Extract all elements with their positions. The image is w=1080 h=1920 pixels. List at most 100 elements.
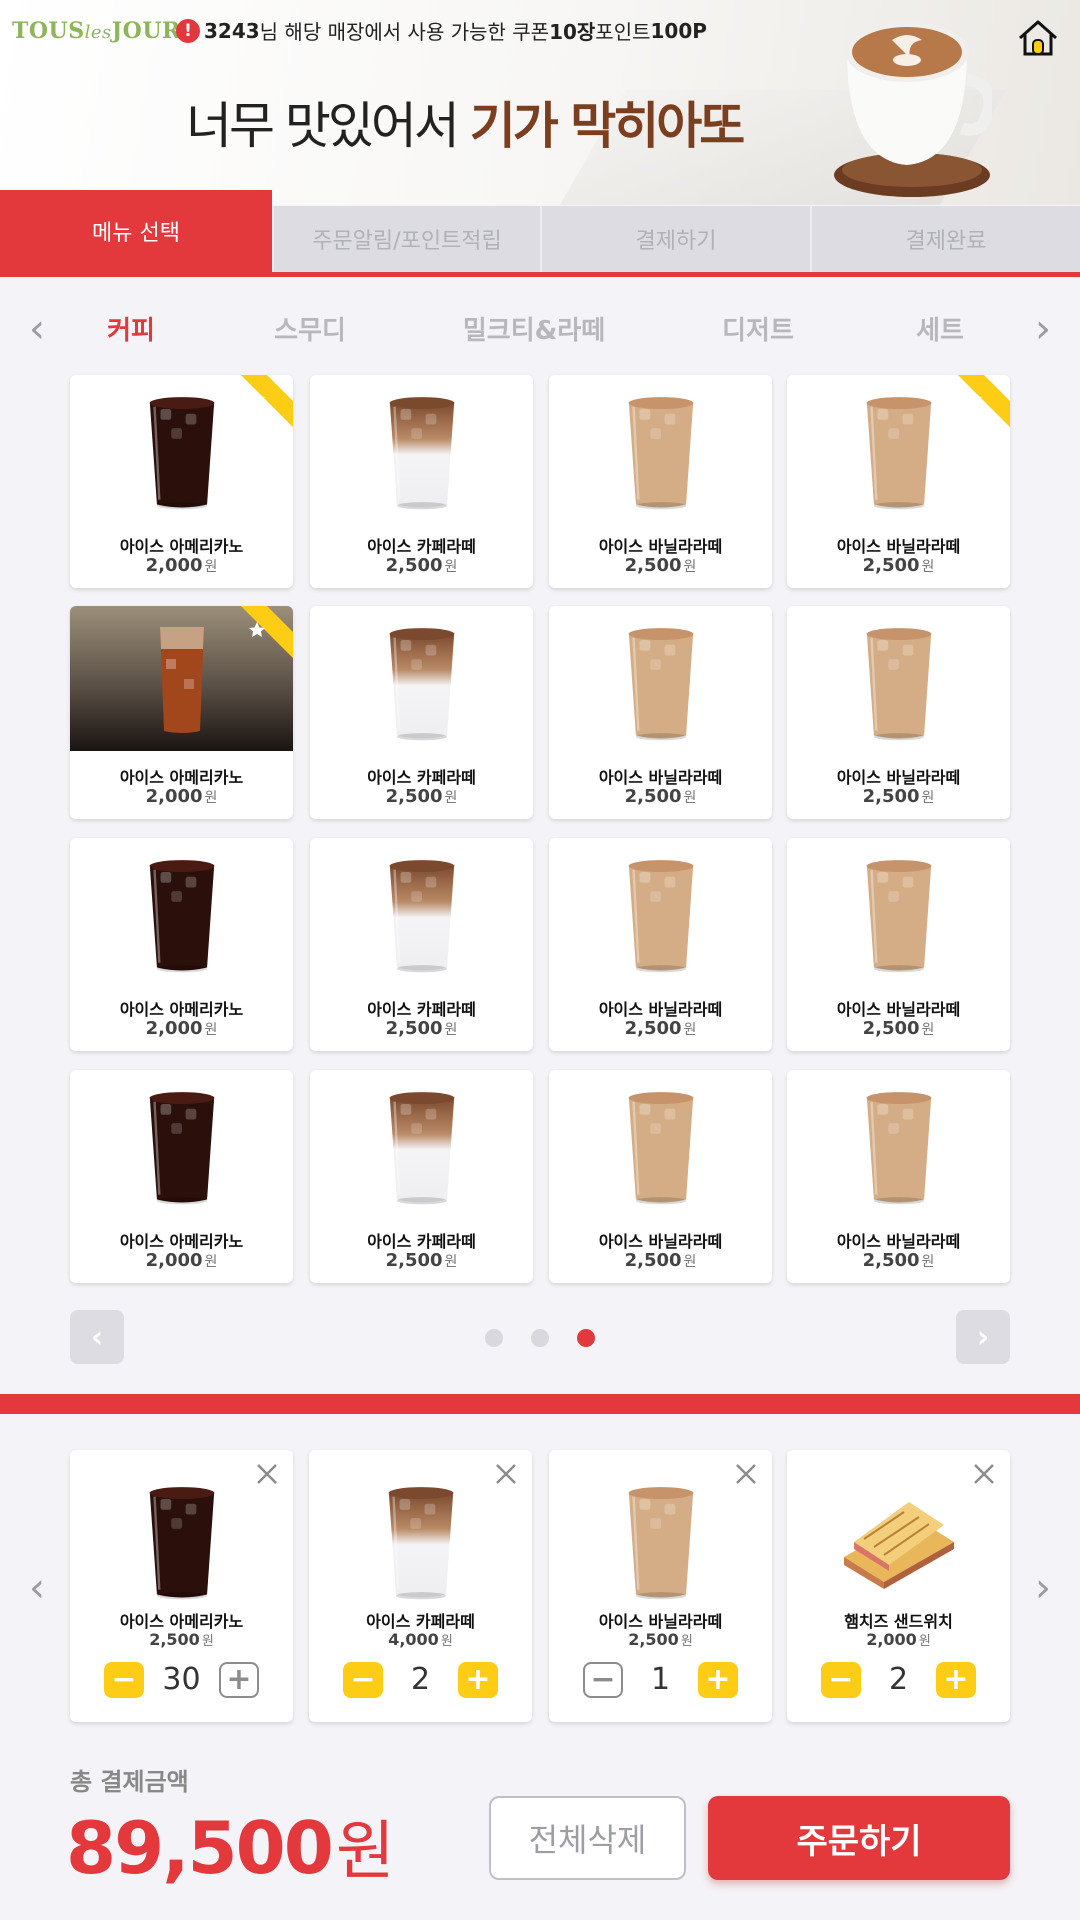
vanilla-drink-image bbox=[628, 1092, 693, 1205]
latte-drink-image bbox=[388, 1487, 453, 1600]
product-card[interactable]: 아이스 아메리카노 2,000 원 bbox=[70, 606, 293, 819]
category-tab-dessert[interactable]: 디저트 bbox=[722, 310, 794, 347]
product-price: 2,000 원 bbox=[145, 1250, 218, 1271]
star-badge-icon bbox=[241, 375, 293, 427]
product-name: 아이스 아메리카노 bbox=[119, 1232, 244, 1251]
category-tab-coffee[interactable]: 커피 bbox=[107, 310, 155, 347]
category-tab-milktea-latte[interactable]: 밀크티&라떼 bbox=[463, 310, 605, 347]
category-tab-set[interactable]: 세트 bbox=[916, 310, 964, 347]
total-amount: 89,500원 bbox=[66, 1806, 395, 1890]
product-price: 2,500 원 bbox=[385, 1018, 458, 1039]
cart-item-image bbox=[787, 1462, 1010, 1602]
product-price: 2,500 원 bbox=[862, 1018, 935, 1039]
americano-drink-image bbox=[149, 1092, 214, 1205]
quantity-stepper: 1− + bbox=[549, 1662, 772, 1700]
page-dot[interactable] bbox=[485, 1329, 503, 1347]
cart-item-name: 햄치즈 샌드위치 bbox=[844, 1612, 953, 1631]
product-image bbox=[310, 606, 533, 751]
product-name: 아이스 카페라떼 bbox=[367, 768, 476, 787]
coffee-cup-image bbox=[834, 22, 992, 197]
product-card[interactable]: 아이스 아메리카노 2,000 원 bbox=[70, 1070, 293, 1283]
page-prev-button[interactable]: ‹ bbox=[70, 1310, 124, 1364]
product-price: 2,000 원 bbox=[145, 1018, 218, 1039]
category-next-arrow-icon[interactable]: › bbox=[1028, 309, 1058, 349]
product-name: 아이스 바닐라라떼 bbox=[836, 1000, 961, 1019]
product-image bbox=[549, 838, 772, 983]
product-price: 2,500 원 bbox=[385, 786, 458, 807]
page-dot[interactable] bbox=[531, 1329, 549, 1347]
decrease-quantity-button[interactable]: − bbox=[104, 1662, 144, 1698]
home-icon[interactable] bbox=[1016, 18, 1060, 58]
category-nav: ‹ 커피 스무디 밀크티&라떼 디저트 세트 › bbox=[0, 300, 1080, 360]
page-dot[interactable] bbox=[577, 1329, 595, 1347]
product-card[interactable]: 아이스 카페라떼 2,500 원 bbox=[310, 375, 533, 588]
cart-next-arrow-icon[interactable]: › bbox=[1028, 1568, 1058, 1610]
latte-drink-image bbox=[389, 860, 454, 973]
clear-all-button[interactable]: 전체삭제 bbox=[489, 1796, 686, 1880]
cart-divider bbox=[0, 1394, 1080, 1414]
step-menu-select[interactable]: 메뉴 선택 bbox=[0, 190, 272, 272]
vanilla-drink-image bbox=[628, 397, 693, 510]
increase-quantity-button[interactable]: + bbox=[219, 1662, 259, 1698]
product-image bbox=[310, 1070, 533, 1215]
product-card[interactable]: 아이스 바닐라라떼 2,500 원 bbox=[549, 606, 772, 819]
product-price: 2,500 원 bbox=[624, 555, 697, 576]
product-image bbox=[787, 838, 1010, 983]
product-card[interactable]: 아이스 바닐라라떼 2,500 원 bbox=[787, 375, 1010, 588]
product-price: 2,000 원 bbox=[145, 786, 218, 807]
vanilla-drink-image bbox=[628, 1487, 693, 1600]
vanilla-drink-image bbox=[866, 628, 931, 741]
product-image bbox=[549, 606, 772, 751]
product-card[interactable]: 아이스 아메리카노 2,000 원 bbox=[70, 375, 293, 588]
product-price: 2,500 원 bbox=[862, 786, 935, 807]
cart-item-name: 아이스 바닐라라떼 bbox=[598, 1612, 723, 1631]
vanilla-drink-image bbox=[866, 1092, 931, 1205]
decrease-quantity-button[interactable]: − bbox=[821, 1662, 861, 1698]
cart-item-price: 4,000 원 bbox=[388, 1630, 453, 1649]
increase-quantity-button[interactable]: + bbox=[936, 1662, 976, 1698]
product-card[interactable]: 아이스 카페라떼 2,500 원 bbox=[310, 606, 533, 819]
product-price: 2,500 원 bbox=[624, 1250, 697, 1271]
cart-item-image bbox=[549, 1462, 772, 1602]
category-tab-smoothie[interactable]: 스무디 bbox=[274, 310, 346, 347]
product-card[interactable]: 아이스 바닐라라떼 2,500 원 bbox=[549, 838, 772, 1051]
product-name: 아이스 바닐라라떼 bbox=[598, 537, 723, 556]
step-payment[interactable]: 결제하기 bbox=[540, 206, 810, 272]
product-card[interactable]: 아이스 바닐라라떼 2,500 원 bbox=[549, 1070, 772, 1283]
step-order-notice[interactable]: 주문알림/포인트적립 bbox=[272, 206, 540, 272]
product-card[interactable]: 아이스 바닐라라떼 2,500 원 bbox=[787, 1070, 1010, 1283]
coupon-notice: ! 3243 님 해당 매장에서 사용 가능한 쿠폰 10장 포인트 100P bbox=[176, 16, 707, 45]
category-prev-arrow-icon[interactable]: ‹ bbox=[22, 309, 52, 349]
decrease-quantity-button[interactable]: − bbox=[583, 1662, 623, 1698]
increase-quantity-button[interactable]: + bbox=[698, 1662, 738, 1698]
step-complete[interactable]: 결제완료 bbox=[810, 206, 1080, 272]
product-card[interactable]: 아이스 바닐라라떼 2,500 원 bbox=[787, 838, 1010, 1051]
product-name: 아이스 바닐라라떼 bbox=[836, 768, 961, 787]
increase-quantity-button[interactable]: + bbox=[458, 1662, 498, 1698]
product-card[interactable]: 아이스 카페라떼 2,500 원 bbox=[310, 838, 533, 1051]
star-badge-icon bbox=[241, 606, 293, 658]
banner-headline: 너무 맛있어서 기가 막히아또 bbox=[186, 97, 745, 155]
header-banner: TOUSlesJOURS ! 3243 님 해당 매장에서 사용 가능한 쿠폰 … bbox=[0, 0, 1080, 205]
americano-drink-image bbox=[149, 1487, 214, 1600]
product-name: 아이스 아메리카노 bbox=[119, 537, 244, 556]
page-next-button[interactable]: › bbox=[956, 1310, 1010, 1364]
product-card[interactable]: 아이스 카페라떼 2,500 원 bbox=[310, 1070, 533, 1283]
product-price: 2,500 원 bbox=[624, 1018, 697, 1039]
product-price: 2,500 원 bbox=[385, 1250, 458, 1271]
product-card[interactable]: 아이스 바닐라라떼 2,500 원 bbox=[787, 606, 1010, 819]
cart-item-price: 2,500 원 bbox=[628, 1630, 693, 1649]
quantity-stepper: 2− + bbox=[787, 1662, 1010, 1700]
product-card[interactable]: 아이스 아메리카노 2,000 원 bbox=[70, 838, 293, 1051]
cart-item-price: 2,500 원 bbox=[149, 1630, 214, 1649]
cart-prev-arrow-icon[interactable]: ‹ bbox=[22, 1568, 52, 1610]
brand-logo[interactable]: TOUSlesJOURS bbox=[12, 18, 197, 44]
latte-drink-image bbox=[389, 628, 454, 741]
decrease-quantity-button[interactable]: − bbox=[343, 1662, 383, 1698]
order-button[interactable]: 주문하기 bbox=[708, 1796, 1010, 1880]
product-image bbox=[549, 1070, 772, 1215]
cart-item-name: 아이스 카페라떼 bbox=[366, 1612, 475, 1631]
product-price: 2,500 원 bbox=[385, 555, 458, 576]
product-card[interactable]: 아이스 바닐라라떼 2,500 원 bbox=[549, 375, 772, 588]
product-name: 아이스 바닐라라떼 bbox=[836, 1232, 961, 1251]
